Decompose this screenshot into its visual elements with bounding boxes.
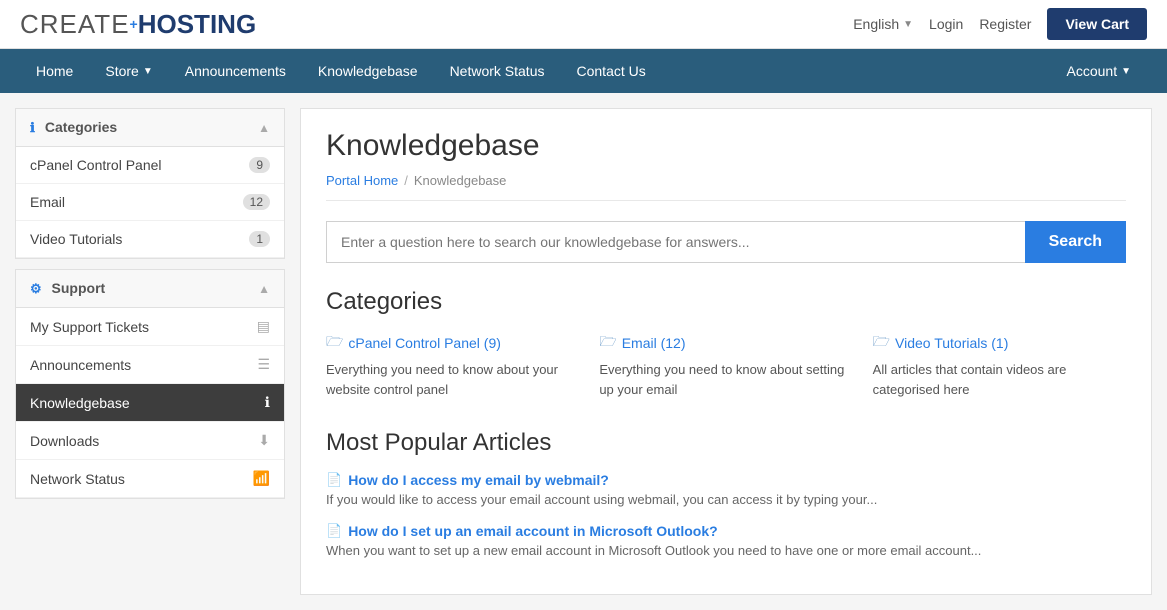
doc-icon-2: 📄 <box>326 523 342 539</box>
language-selector[interactable]: English ▼ <box>853 16 913 32</box>
nav-home[interactable]: Home <box>20 49 89 93</box>
info-icon: ℹ <box>30 120 35 135</box>
doc-icon-1: 📄 <box>326 472 342 488</box>
nav-announcements[interactable]: Announcements <box>169 49 302 93</box>
downloads-icon: ⬇ <box>258 432 270 449</box>
popular-articles-title: Most Popular Articles <box>326 429 1126 457</box>
sidebar: ℹ Categories ▲ cPanel Control Panel 9 Em… <box>15 108 285 509</box>
account-arrow-icon: ▼ <box>1121 66 1131 77</box>
nav-store[interactable]: Store ▼ <box>89 49 168 93</box>
breadcrumb-separator: / <box>404 173 408 188</box>
category-link-cpanel[interactable]: 🗁 cPanel Control Panel (9) <box>326 331 579 355</box>
category-desc-email: Everything you need to know about settin… <box>599 360 852 399</box>
category-desc-cpanel: Everything you need to know about your w… <box>326 360 579 399</box>
category-link-video[interactable]: 🗁 Video Tutorials (1) <box>873 331 1126 355</box>
top-bar: CREATE+HOSTING English ▼ Login Register … <box>0 0 1167 49</box>
sidebar-downloads[interactable]: Downloads ⬇ <box>16 422 284 460</box>
article-link-2[interactable]: 📄 How do I set up an email account in Mi… <box>326 523 1126 539</box>
language-arrow-icon: ▼ <box>903 19 913 30</box>
article-link-1[interactable]: 📄 How do I access my email by webmail? <box>326 472 1126 488</box>
content-area: Knowledgebase Portal Home / Knowledgebas… <box>300 108 1152 595</box>
register-link[interactable]: Register <box>979 16 1031 32</box>
category-card-video: 🗁 Video Tutorials (1) All articles that … <box>873 331 1126 399</box>
categories-grid: 🗁 cPanel Control Panel (9) Everything yo… <box>326 331 1126 399</box>
sidebar-support-tickets[interactable]: My Support Tickets ▤ <box>16 308 284 346</box>
nav-knowledgebase[interactable]: Knowledgebase <box>302 49 434 93</box>
category-desc-video: All articles that contain videos are cat… <box>873 360 1126 399</box>
article-item-2: 📄 How do I set up an email account in Mi… <box>326 523 1126 560</box>
nav-account[interactable]: Account ▼ <box>1051 49 1148 93</box>
nav-bar: Home Store ▼ Announcements Knowledgebase… <box>0 49 1167 93</box>
sidebar-knowledgebase[interactable]: Knowledgebase ℹ <box>16 384 284 422</box>
article-item-1: 📄 How do I access my email by webmail? I… <box>326 472 1126 509</box>
breadcrumb-home[interactable]: Portal Home <box>326 173 398 188</box>
category-card-cpanel: 🗁 cPanel Control Panel (9) Everything yo… <box>326 331 579 399</box>
login-link[interactable]: Login <box>929 16 963 32</box>
search-button[interactable]: Search <box>1025 221 1126 263</box>
folder-icon-cpanel: 🗁 <box>326 331 343 355</box>
language-label: English <box>853 16 899 32</box>
announcements-icon: ☰ <box>257 356 270 373</box>
logo-hosting: HOSTING <box>138 9 256 40</box>
sidebar-categories-list: cPanel Control Panel 9 Email 12 Video Tu… <box>16 147 284 258</box>
main-layout: ℹ Categories ▲ cPanel Control Panel 9 Em… <box>0 93 1167 610</box>
sidebar-category-video[interactable]: Video Tutorials 1 <box>16 221 284 258</box>
nav-contact-us[interactable]: Contact Us <box>561 49 662 93</box>
top-bar-right: English ▼ Login Register View Cart <box>853 8 1147 40</box>
view-cart-button[interactable]: View Cart <box>1047 8 1147 40</box>
tickets-icon: ▤ <box>257 318 270 335</box>
sidebar-categories-header: ℹ Categories ▲ <box>16 109 284 147</box>
article-excerpt-2: When you want to set up a new email acco… <box>326 542 1126 560</box>
categories-title: Categories <box>326 288 1126 316</box>
logo-plus: + <box>130 16 138 32</box>
sidebar-network-status[interactable]: Network Status 📶 <box>16 460 284 498</box>
folder-icon-email: 🗁 <box>599 331 616 355</box>
search-bar: Search <box>326 221 1126 263</box>
folder-icon-video: 🗁 <box>873 331 890 355</box>
logo: CREATE+HOSTING <box>20 9 256 40</box>
knowledgebase-icon: ℹ <box>265 394 270 411</box>
articles-list: 📄 How do I access my email by webmail? I… <box>326 472 1126 560</box>
article-excerpt-1: If you would like to access your email a… <box>326 491 1126 509</box>
sidebar-categories-section: ℹ Categories ▲ cPanel Control Panel 9 Em… <box>15 108 285 259</box>
sidebar-support-header: ⚙ Support ▲ <box>16 270 284 308</box>
category-card-email: 🗁 Email (12) Everything you need to know… <box>599 331 852 399</box>
sidebar-category-email[interactable]: Email 12 <box>16 184 284 221</box>
category-link-email[interactable]: 🗁 Email (12) <box>599 331 852 355</box>
page-title: Knowledgebase <box>326 129 1126 163</box>
nav-network-status[interactable]: Network Status <box>434 49 561 93</box>
network-icon: 📶 <box>253 470 270 487</box>
sidebar-announcements[interactable]: Announcements ☰ <box>16 346 284 384</box>
support-collapse-icon[interactable]: ▲ <box>258 282 270 296</box>
support-icon: ⚙ <box>30 281 42 296</box>
store-arrow-icon: ▼ <box>143 66 153 77</box>
logo-create: CREATE <box>20 9 130 40</box>
breadcrumb: Portal Home / Knowledgebase <box>326 173 1126 201</box>
sidebar-support-section: ⚙ Support ▲ My Support Tickets ▤ Announc… <box>15 269 285 499</box>
categories-collapse-icon[interactable]: ▲ <box>258 121 270 135</box>
search-input[interactable] <box>326 221 1025 263</box>
sidebar-category-cpanel[interactable]: cPanel Control Panel 9 <box>16 147 284 184</box>
breadcrumb-current: Knowledgebase <box>414 173 507 188</box>
